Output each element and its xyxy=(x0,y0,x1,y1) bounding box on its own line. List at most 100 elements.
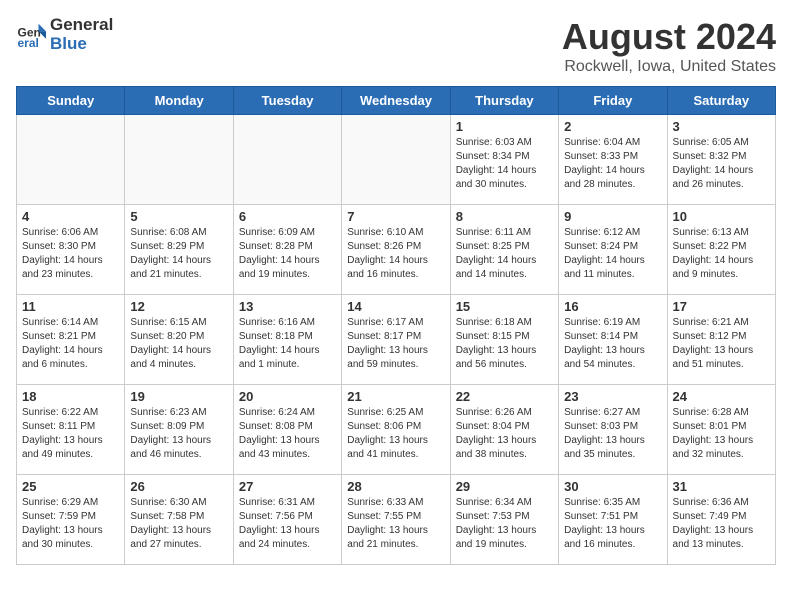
logo: Gen eral General Blue xyxy=(16,16,113,53)
calendar-cell: 6 Sunrise: 6:09 AM Sunset: 8:28 PM Daylig… xyxy=(233,205,341,295)
calendar-week-2: 4Sunrise: 6:06 AM Sunset: 8:30 PM Daylig… xyxy=(17,205,776,295)
day-number: 15 xyxy=(456,299,553,314)
day-number: 30 xyxy=(564,479,661,494)
day-number: 9 xyxy=(564,209,661,224)
day-info: Sunrise: 6:31 AM Sunset: 7:56 PM Dayligh… xyxy=(239,496,336,552)
day-header-monday: Monday xyxy=(125,87,233,115)
calendar-week-1: 1 Sunrise: 6:03 AM Sunset: 8:34 PM Daylig… xyxy=(17,115,776,205)
calendar-cell xyxy=(342,115,450,205)
day-number: 18 xyxy=(22,389,119,404)
day-info: Sunrise: 6:24 AM Sunset: 8:08 PM Dayligh… xyxy=(239,406,336,462)
day-info: Sunrise: 6:17 AM Sunset: 8:17 PM Dayligh… xyxy=(347,316,444,372)
day-number: 12 xyxy=(130,299,227,314)
day-number: 5 xyxy=(130,209,227,224)
title-area: August 2024 Rockwell, Iowa, United State… xyxy=(562,16,776,76)
subtitle: Rockwell, Iowa, United States xyxy=(562,58,776,76)
day-info: Sunrise: 6:25 AM Sunset: 8:06 PM Dayligh… xyxy=(347,406,444,462)
day-info: Sunrise: 6:33 AM Sunset: 7:55 PM Dayligh… xyxy=(347,496,444,552)
calendar-cell: 21 Sunrise: 6:25 AM Sunset: 8:06 PM Dayli… xyxy=(342,385,450,475)
day-info: Sunrise: 6:29 AM Sunset: 7:59 PM Dayligh… xyxy=(22,496,119,552)
calendar-cell: 3Sunrise: 6:05 AM Sunset: 8:32 PM Daylig… xyxy=(667,115,775,205)
day-number: 4 xyxy=(22,209,119,224)
calendar-cell: 13 Sunrise: 6:16 AM Sunset: 8:18 PM Dayli… xyxy=(233,295,341,385)
calendar-cell: 10 Sunrise: 6:13 AM Sunset: 8:22 PM Dayli… xyxy=(667,205,775,295)
svg-text:eral: eral xyxy=(18,36,39,50)
day-number: 7 xyxy=(347,209,444,224)
day-number: 21 xyxy=(347,389,444,404)
calendar-cell: 29 Sunrise: 6:34 AM Sunset: 7:53 PM Dayli… xyxy=(450,475,558,565)
calendar-cell: 20 Sunrise: 6:24 AM Sunset: 8:08 PM Dayli… xyxy=(233,385,341,475)
day-number: 8 xyxy=(456,209,553,224)
calendar-cell: 8 Sunrise: 6:11 AM Sunset: 8:25 PM Daylig… xyxy=(450,205,558,295)
calendar-cell: 11Sunrise: 6:14 AM Sunset: 8:21 PM Dayli… xyxy=(17,295,125,385)
day-number: 20 xyxy=(239,389,336,404)
main-title: August 2024 xyxy=(562,16,776,58)
calendar-cell: 22 Sunrise: 6:26 AM Sunset: 8:04 PM Dayli… xyxy=(450,385,558,475)
calendar-cell: 25Sunrise: 6:29 AM Sunset: 7:59 PM Dayli… xyxy=(17,475,125,565)
day-number: 13 xyxy=(239,299,336,314)
calendar-cell: 1 Sunrise: 6:03 AM Sunset: 8:34 PM Daylig… xyxy=(450,115,558,205)
logo-icon: Gen eral xyxy=(16,20,46,50)
day-info: Sunrise: 6:28 AM Sunset: 8:01 PM Dayligh… xyxy=(673,406,770,462)
day-number: 16 xyxy=(564,299,661,314)
calendar-cell: 27Sunrise: 6:31 AM Sunset: 7:56 PM Dayli… xyxy=(233,475,341,565)
calendar-week-5: 25Sunrise: 6:29 AM Sunset: 7:59 PM Dayli… xyxy=(17,475,776,565)
calendar-cell: 2Sunrise: 6:04 AM Sunset: 8:33 PM Daylig… xyxy=(559,115,667,205)
day-info: Sunrise: 6:18 AM Sunset: 8:15 PM Dayligh… xyxy=(456,316,553,372)
day-number: 6 xyxy=(239,209,336,224)
day-header-tuesday: Tuesday xyxy=(233,87,341,115)
calendar-cell: 23 Sunrise: 6:27 AM Sunset: 8:03 PM Dayli… xyxy=(559,385,667,475)
day-number: 10 xyxy=(673,209,770,224)
day-info: Sunrise: 6:08 AM Sunset: 8:29 PM Dayligh… xyxy=(130,226,227,282)
calendar-cell: 26Sunrise: 6:30 AM Sunset: 7:58 PM Dayli… xyxy=(125,475,233,565)
day-info: Sunrise: 6:12 AM Sunset: 8:24 PM Dayligh… xyxy=(564,226,661,282)
calendar-cell xyxy=(17,115,125,205)
calendar-cell: 16 Sunrise: 6:19 AM Sunset: 8:14 PM Dayli… xyxy=(559,295,667,385)
calendar-cell: 12 Sunrise: 6:15 AM Sunset: 8:20 PM Dayli… xyxy=(125,295,233,385)
day-header-wednesday: Wednesday xyxy=(342,87,450,115)
calendar-cell: 24Sunrise: 6:28 AM Sunset: 8:01 PM Dayli… xyxy=(667,385,775,475)
day-info: Sunrise: 6:26 AM Sunset: 8:04 PM Dayligh… xyxy=(456,406,553,462)
day-info: Sunrise: 6:34 AM Sunset: 7:53 PM Dayligh… xyxy=(456,496,553,552)
calendar-cell: 28Sunrise: 6:33 AM Sunset: 7:55 PM Dayli… xyxy=(342,475,450,565)
day-number: 26 xyxy=(130,479,227,494)
logo-blue-text: Blue xyxy=(50,34,87,53)
day-header-saturday: Saturday xyxy=(667,87,775,115)
day-info: Sunrise: 6:21 AM Sunset: 8:12 PM Dayligh… xyxy=(673,316,770,372)
day-number: 1 xyxy=(456,119,553,134)
day-number: 17 xyxy=(673,299,770,314)
day-info: Sunrise: 6:27 AM Sunset: 8:03 PM Dayligh… xyxy=(564,406,661,462)
day-header-thursday: Thursday xyxy=(450,87,558,115)
day-info: Sunrise: 6:23 AM Sunset: 8:09 PM Dayligh… xyxy=(130,406,227,462)
day-info: Sunrise: 6:35 AM Sunset: 7:51 PM Dayligh… xyxy=(564,496,661,552)
header: Gen eral General Blue August 2024 Rockwe… xyxy=(16,16,776,76)
day-number: 29 xyxy=(456,479,553,494)
day-info: Sunrise: 6:10 AM Sunset: 8:26 PM Dayligh… xyxy=(347,226,444,282)
day-number: 31 xyxy=(673,479,770,494)
calendar-cell: 5 Sunrise: 6:08 AM Sunset: 8:29 PM Daylig… xyxy=(125,205,233,295)
logo-general-text: General xyxy=(50,15,113,34)
day-info: Sunrise: 6:15 AM Sunset: 8:20 PM Dayligh… xyxy=(130,316,227,372)
calendar-week-3: 11Sunrise: 6:14 AM Sunset: 8:21 PM Dayli… xyxy=(17,295,776,385)
calendar-cell: 30 Sunrise: 6:35 AM Sunset: 7:51 PM Dayli… xyxy=(559,475,667,565)
day-info: Sunrise: 6:13 AM Sunset: 8:22 PM Dayligh… xyxy=(673,226,770,282)
day-info: Sunrise: 6:04 AM Sunset: 8:33 PM Dayligh… xyxy=(564,136,661,192)
day-info: Sunrise: 6:09 AM Sunset: 8:28 PM Dayligh… xyxy=(239,226,336,282)
day-number: 14 xyxy=(347,299,444,314)
day-info: Sunrise: 6:11 AM Sunset: 8:25 PM Dayligh… xyxy=(456,226,553,282)
calendar-cell: 31Sunrise: 6:36 AM Sunset: 7:49 PM Dayli… xyxy=(667,475,775,565)
calendar-cell xyxy=(233,115,341,205)
day-info: Sunrise: 6:03 AM Sunset: 8:34 PM Dayligh… xyxy=(456,136,553,192)
calendar-cell: 9 Sunrise: 6:12 AM Sunset: 8:24 PM Daylig… xyxy=(559,205,667,295)
day-info: Sunrise: 6:22 AM Sunset: 8:11 PM Dayligh… xyxy=(22,406,119,462)
calendar-cell: 4Sunrise: 6:06 AM Sunset: 8:30 PM Daylig… xyxy=(17,205,125,295)
day-info: Sunrise: 6:19 AM Sunset: 8:14 PM Dayligh… xyxy=(564,316,661,372)
day-info: Sunrise: 6:16 AM Sunset: 8:18 PM Dayligh… xyxy=(239,316,336,372)
day-number: 3 xyxy=(673,119,770,134)
calendar-cell: 19 Sunrise: 6:23 AM Sunset: 8:09 PM Dayli… xyxy=(125,385,233,475)
day-number: 23 xyxy=(564,389,661,404)
day-header-friday: Friday xyxy=(559,87,667,115)
day-number: 19 xyxy=(130,389,227,404)
day-number: 22 xyxy=(456,389,553,404)
calendar-cell: 15 Sunrise: 6:18 AM Sunset: 8:15 PM Dayli… xyxy=(450,295,558,385)
